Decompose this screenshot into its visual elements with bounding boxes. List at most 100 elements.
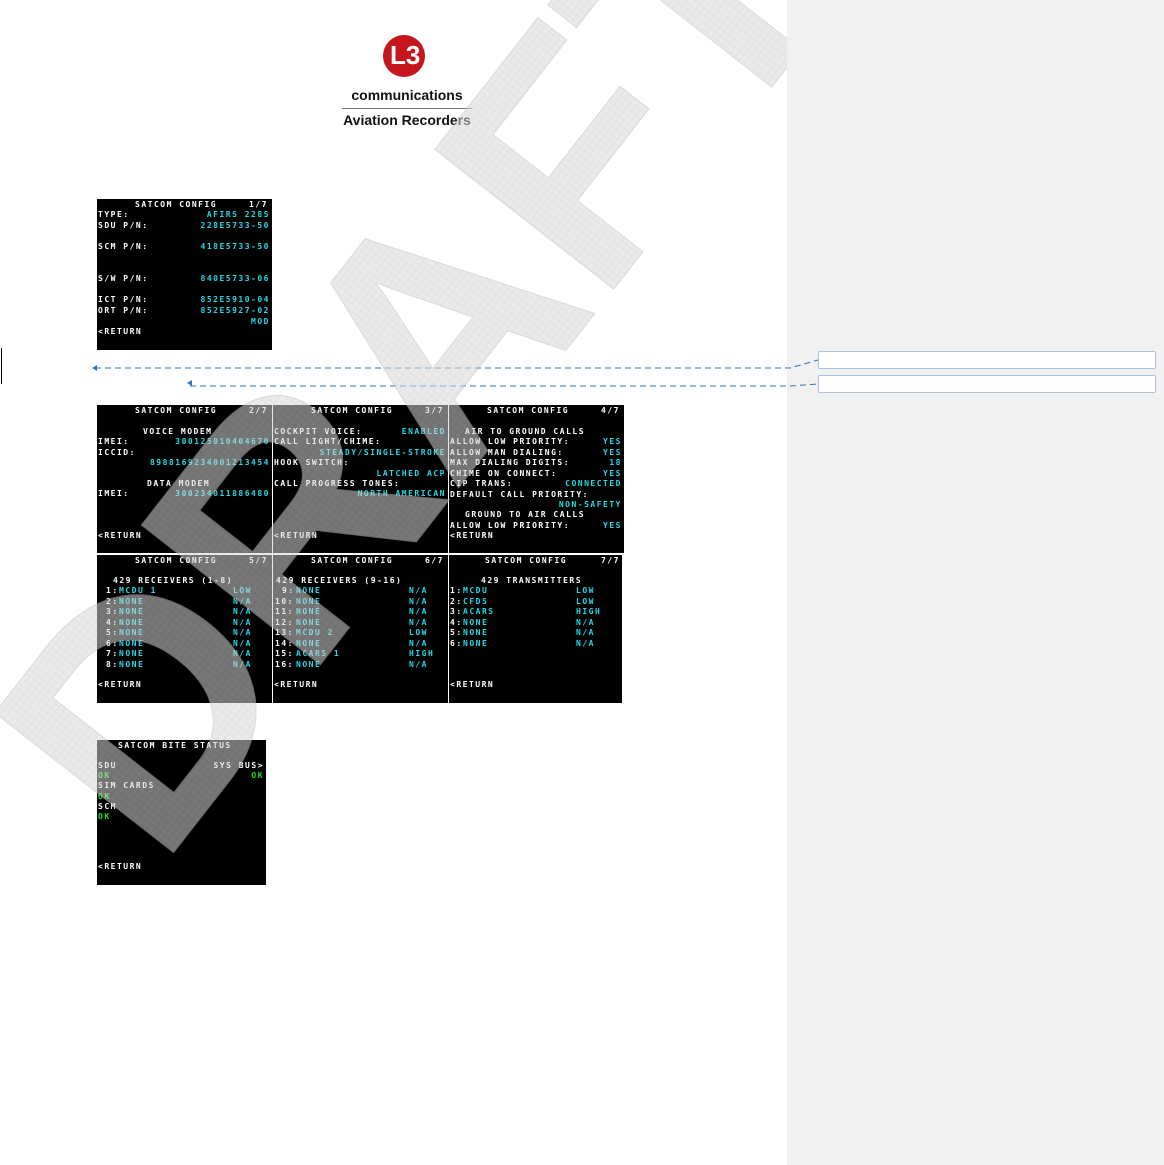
row-speed: N/A <box>409 597 428 606</box>
cip-trans-value: CONNECTED <box>565 479 622 488</box>
sw-pn-value: 840E5733-06 <box>200 274 270 283</box>
sdu-label: SDU <box>98 761 117 770</box>
screen-title: SATCOM CONFIG <box>135 556 218 565</box>
row-name: ACARS <box>463 607 495 616</box>
row-name: NONE <box>296 607 322 616</box>
screen-title: SATCOM CONFIG <box>311 406 394 415</box>
row-num: 11: <box>275 607 294 616</box>
screen-title: SATCOM BITE STATUS <box>118 741 232 750</box>
return-button[interactable]: <RETURN <box>450 531 494 541</box>
row-name: NONE <box>296 597 322 606</box>
ground-to-air-heading: GROUND TO AIR CALLS <box>465 510 586 519</box>
mcdu-screen-config-2: SATCOM CONFIG 2/7 VOICE MODEM IMEI: 3001… <box>97 405 272 553</box>
page-number: 6/7 <box>425 556 444 565</box>
sys-bus-link[interactable]: SYS BUS> <box>213 761 264 771</box>
max-dialing-digits-value: 18 <box>609 458 622 467</box>
type-label: TYPE: <box>98 210 130 219</box>
row-speed: N/A <box>233 597 252 606</box>
mod-value: MOD <box>251 317 270 326</box>
row-name: NONE <box>119 628 145 637</box>
sdu-pn-label: SDU P/N: <box>98 221 149 230</box>
call-light-value: STEADY/SINGLE-STROKE <box>319 448 446 457</box>
row-speed: N/A <box>233 628 252 637</box>
mcdu-screen-config-7: SATCOM CONFIG 7/7 429 TRANSMITTERS 1: MC… <box>449 555 622 703</box>
row-speed: LOW <box>233 586 252 595</box>
row-speed: N/A <box>409 660 428 669</box>
row-speed: N/A <box>233 618 252 627</box>
voice-modem-heading: VOICE MODEM <box>143 427 213 436</box>
transmitters-heading: 429 TRANSMITTERS <box>481 576 583 585</box>
row-speed: N/A <box>409 586 428 595</box>
mcdu-screen-bite-status: SATCOM BITE STATUS SDU SYS BUS> OK OK SI… <box>97 740 266 885</box>
row-num: 13: <box>275 628 294 637</box>
default-priority-label: DEFAULT CALL PRIORITY: <box>450 490 589 499</box>
page-number: 2/7 <box>249 406 268 415</box>
row-num: 10: <box>275 597 294 606</box>
row-name: NONE <box>296 618 322 627</box>
comment-leader-2 <box>190 383 819 387</box>
chime-on-connect-value: YES <box>603 469 622 478</box>
row-speed: N/A <box>576 618 595 627</box>
sim-cards-status: OK <box>98 792 111 801</box>
return-button[interactable]: <RETURN <box>98 680 142 690</box>
scm-label: SCM <box>98 802 117 811</box>
row-num: 3: <box>450 607 463 616</box>
return-button[interactable]: <RETURN <box>450 680 494 690</box>
mcdu-screen-config-3: SATCOM CONFIG 3/7 COCKPIT VOICE: ENABLED… <box>273 405 448 553</box>
screen-title: SATCOM CONFIG <box>487 406 570 415</box>
return-button[interactable]: <RETURN <box>98 327 142 337</box>
cockpit-voice-value: ENABLED <box>401 427 446 436</box>
gta-low-priority-label: ALLOW LOW PRIORITY: <box>450 521 571 530</box>
allow-man-dialing-label: ALLOW MAN DIALING: <box>450 448 564 457</box>
imei-label: IMEI: <box>98 437 130 446</box>
row-speed: N/A <box>233 649 252 658</box>
row-speed: N/A <box>409 639 428 648</box>
row-speed: N/A <box>409 618 428 627</box>
scm-pn-value: 418E5733-50 <box>200 242 270 251</box>
call-tones-label: CALL PROGRESS TONES: <box>274 479 401 488</box>
call-tones-value: NORTH AMERICAN <box>357 489 446 498</box>
chime-on-connect-label: CHIME ON CONNECT: <box>450 469 558 478</box>
row-name: NONE <box>463 639 489 648</box>
row-num: 1: <box>106 586 119 595</box>
imei-value: 300125010404670 <box>175 437 270 446</box>
row-speed: LOW <box>409 628 428 637</box>
type-value: AFIRS 228S <box>206 210 270 219</box>
iccid-value: 8988169234001213454 <box>149 458 270 467</box>
row-speed: LOW <box>576 586 595 595</box>
return-button[interactable]: <RETURN <box>98 862 142 872</box>
row-num: 15: <box>275 649 294 658</box>
max-dialing-digits-label: MAX DIALING DIGITS: <box>450 458 571 467</box>
logo-divider <box>342 108 472 109</box>
sys-bus-status: OK <box>251 771 264 780</box>
row-name: NONE <box>119 607 145 616</box>
leader-arrowhead-2 <box>187 380 192 386</box>
row-name: NONE <box>296 660 322 669</box>
row-num: 6: <box>106 639 119 648</box>
leader-arrowhead-1 <box>92 365 97 371</box>
row-num: 5: <box>106 628 119 637</box>
row-num: 16: <box>275 660 294 669</box>
return-button[interactable]: <RETURN <box>274 680 318 690</box>
row-name: NONE <box>119 639 145 648</box>
page-number: 3/7 <box>425 406 444 415</box>
ort-pn-label: ORT P/N: <box>98 306 149 315</box>
ict-pn-label: ICT P/N: <box>98 295 149 304</box>
row-name: MCDU 1 <box>119 586 157 595</box>
ort-pn-value: 852E5927-02 <box>200 306 270 315</box>
page-number: 1/7 <box>249 200 268 209</box>
comment-leader-1 <box>95 359 819 369</box>
screen-title: SATCOM CONFIG <box>135 200 218 209</box>
row-name: NONE <box>463 628 489 637</box>
air-to-ground-heading: AIR TO GROUND CALLS <box>465 427 586 436</box>
row-num: 9: <box>282 586 295 595</box>
page-number: 5/7 <box>249 556 268 565</box>
row-name: CFDS <box>463 597 489 606</box>
row-speed: N/A <box>576 628 595 637</box>
row-num: 7: <box>106 649 119 658</box>
return-button[interactable]: <RETURN <box>274 531 318 541</box>
screen-title: SATCOM CONFIG <box>311 556 394 565</box>
ict-pn-value: 852E5910-04 <box>200 295 270 304</box>
return-button[interactable]: <RETURN <box>98 531 142 541</box>
row-speed: N/A <box>576 639 595 648</box>
